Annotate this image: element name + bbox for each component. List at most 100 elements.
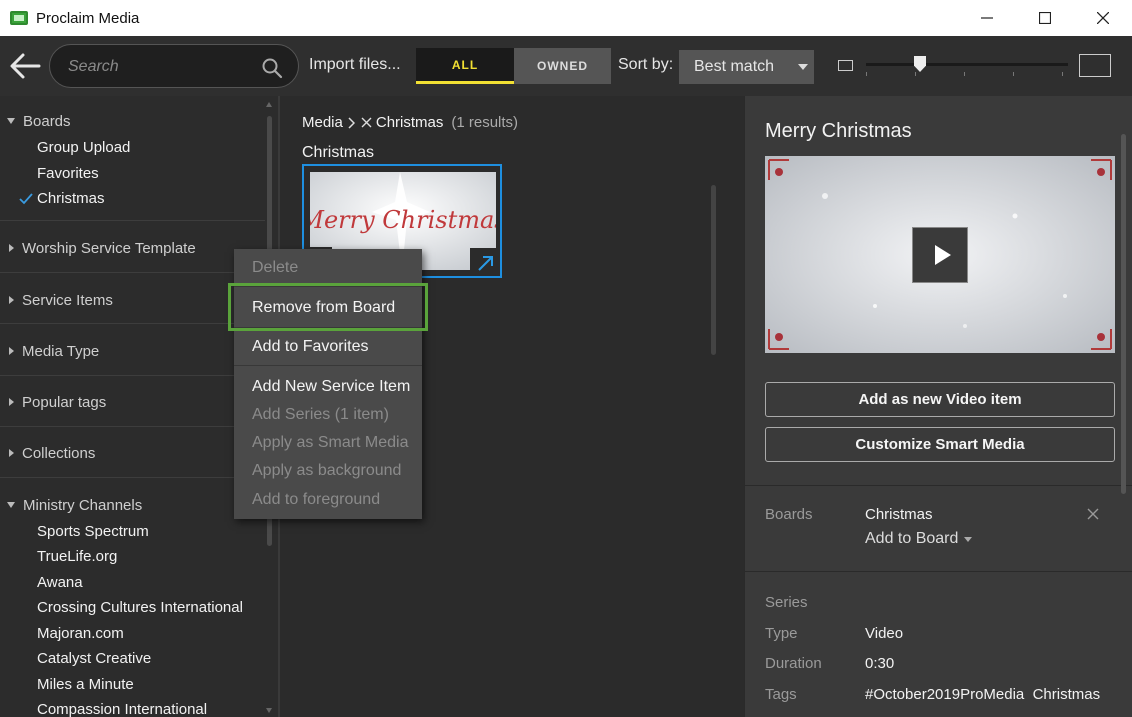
open-external-icon[interactable] — [470, 248, 500, 276]
search-box[interactable] — [49, 44, 299, 88]
channel-item[interactable]: Compassion International — [37, 701, 207, 717]
breadcrumb-board: Christmas — [375, 114, 444, 131]
sidebar-item-christmas[interactable]: Christmas — [37, 190, 105, 207]
channel-item[interactable]: Sports Spectrum — [37, 523, 149, 540]
menu-item-apply-smart-media[interactable]: Apply as Smart Media — [252, 434, 409, 452]
play-icon — [934, 245, 951, 265]
menu-item-add-foreground[interactable]: Add to foreground — [252, 491, 380, 509]
window-controls — [958, 0, 1132, 36]
breadcrumb-media[interactable]: Media — [302, 114, 343, 131]
menu-item-add-series[interactable]: Add Series (1 item) — [252, 406, 389, 424]
chevron-right-icon — [348, 116, 355, 129]
sidebar-section-boards[interactable]: Boards — [0, 109, 71, 133]
add-to-board-dropdown[interactable]: Add to Board — [865, 530, 973, 548]
chevron-down-icon — [964, 536, 973, 542]
toolbar: Import files... ALL OWNED Sort by: Best … — [0, 36, 1132, 96]
filter-owned-tab[interactable]: OWNED — [514, 48, 611, 84]
slider-tick — [1013, 72, 1014, 76]
expand-triangle-icon — [7, 118, 15, 124]
duration-value: 0:30 — [865, 655, 895, 672]
collapse-triangle-icon — [9, 296, 14, 304]
close-button[interactable] — [1074, 0, 1132, 36]
close-icon — [1097, 12, 1109, 24]
sidebar-section-ministry-channels[interactable]: Ministry Channels — [0, 493, 142, 517]
menu-item-add-new-service-item[interactable]: Add New Service Item — [252, 378, 410, 396]
main-scrollbar[interactable] — [710, 180, 718, 710]
collapse-triangle-icon — [9, 398, 14, 406]
sidebar-divider — [0, 323, 265, 324]
small-thumbnail-icon[interactable] — [838, 60, 853, 71]
minimize-button[interactable] — [958, 0, 1016, 36]
sort-value: Best match — [694, 58, 775, 75]
maximize-icon — [1039, 12, 1051, 24]
channel-item[interactable]: Crossing Cultures International — [37, 599, 243, 616]
sidebar-section-collections[interactable]: Collections — [0, 441, 95, 465]
sidebar-divider — [0, 477, 265, 478]
collapse-triangle-icon — [9, 449, 14, 457]
result-count: (1 results) — [451, 114, 519, 131]
remove-board-icon[interactable] — [1087, 508, 1099, 520]
sidebar-section-service-items[interactable]: Service Items — [0, 288, 113, 312]
channel-item[interactable]: Miles a Minute — [37, 676, 134, 693]
media-title: Merry Christmas — [765, 120, 912, 142]
type-label: Type — [765, 625, 798, 642]
channel-item[interactable]: Awana — [37, 574, 83, 591]
search-input[interactable] — [68, 55, 248, 79]
sort-label: Sort by: — [618, 56, 674, 73]
scrollbar-thumb[interactable] — [711, 185, 716, 355]
tags-label: Tags — [765, 686, 797, 703]
video-preview[interactable] — [765, 156, 1115, 353]
collapse-triangle-icon — [9, 347, 14, 355]
filter-all-tab[interactable]: ALL — [416, 48, 514, 84]
large-thumbnail-icon[interactable] — [1079, 54, 1111, 77]
scroll-down-arrow-icon[interactable] — [266, 708, 272, 713]
remove-filter-icon[interactable] — [361, 117, 372, 128]
chevron-down-icon — [798, 64, 808, 70]
menu-divider — [234, 365, 422, 366]
import-files-button[interactable]: Import files... — [309, 56, 401, 74]
scrollbar-thumb[interactable] — [1121, 134, 1126, 494]
tags-value[interactable]: #October2019ProMedia Christmas — [865, 686, 1100, 703]
back-button[interactable] — [8, 50, 42, 82]
sidebar-section-popular-tags[interactable]: Popular tags — [0, 390, 106, 414]
thumbnail-title: Merry Christmas — [310, 206, 496, 234]
slider-tick — [1062, 72, 1063, 76]
search-icon[interactable] — [261, 57, 283, 79]
thumbnail-size-slider[interactable] — [866, 56, 1068, 76]
channel-item[interactable]: TrueLife.org — [37, 548, 117, 565]
breadcrumb: Media Christmas (1 results) — [302, 114, 518, 131]
details-divider — [745, 485, 1132, 486]
details-scrollbar[interactable] — [1120, 126, 1128, 716]
sidebar-divider — [0, 272, 265, 273]
duration-label: Duration — [765, 655, 822, 672]
slider-tick — [915, 72, 916, 76]
sidebar-item-group-upload[interactable]: Group Upload — [37, 139, 130, 156]
checkmark-icon — [19, 193, 33, 205]
title-bar: Proclaim Media — [0, 0, 1132, 36]
channel-item[interactable]: Catalyst Creative — [37, 650, 151, 667]
menu-item-delete[interactable]: Delete — [252, 259, 298, 277]
sort-dropdown[interactable]: Best match — [679, 50, 814, 84]
maximize-button[interactable] — [1016, 0, 1074, 36]
window-title: Proclaim Media — [36, 9, 140, 27]
sidebar-section-worship-service-template[interactable]: Worship Service Template — [0, 236, 196, 260]
menu-item-add-to-favorites[interactable]: Add to Favorites — [252, 338, 369, 356]
sidebar-section-media-type[interactable]: Media Type — [0, 339, 99, 363]
boards-value: Christmas — [865, 506, 933, 523]
series-label: Series — [765, 594, 808, 611]
back-arrow-icon — [10, 53, 41, 79]
sidebar-divider — [0, 426, 265, 427]
customize-smart-media-button[interactable]: Customize Smart Media — [765, 427, 1115, 462]
scroll-up-arrow-icon[interactable] — [266, 102, 272, 107]
slider-handle[interactable] — [914, 56, 926, 72]
type-value: Video — [865, 625, 904, 642]
slider-track — [866, 63, 1068, 66]
highlight-box — [228, 283, 428, 331]
sidebar-item-favorites[interactable]: Favorites — [37, 165, 99, 182]
collapse-triangle-icon — [9, 244, 14, 252]
play-button[interactable] — [912, 227, 968, 283]
add-video-item-button[interactable]: Add as new Video item — [765, 382, 1115, 417]
menu-item-apply-background[interactable]: Apply as background — [252, 462, 401, 480]
expand-triangle-icon — [7, 502, 15, 508]
channel-item[interactable]: Majoran.com — [37, 625, 124, 642]
